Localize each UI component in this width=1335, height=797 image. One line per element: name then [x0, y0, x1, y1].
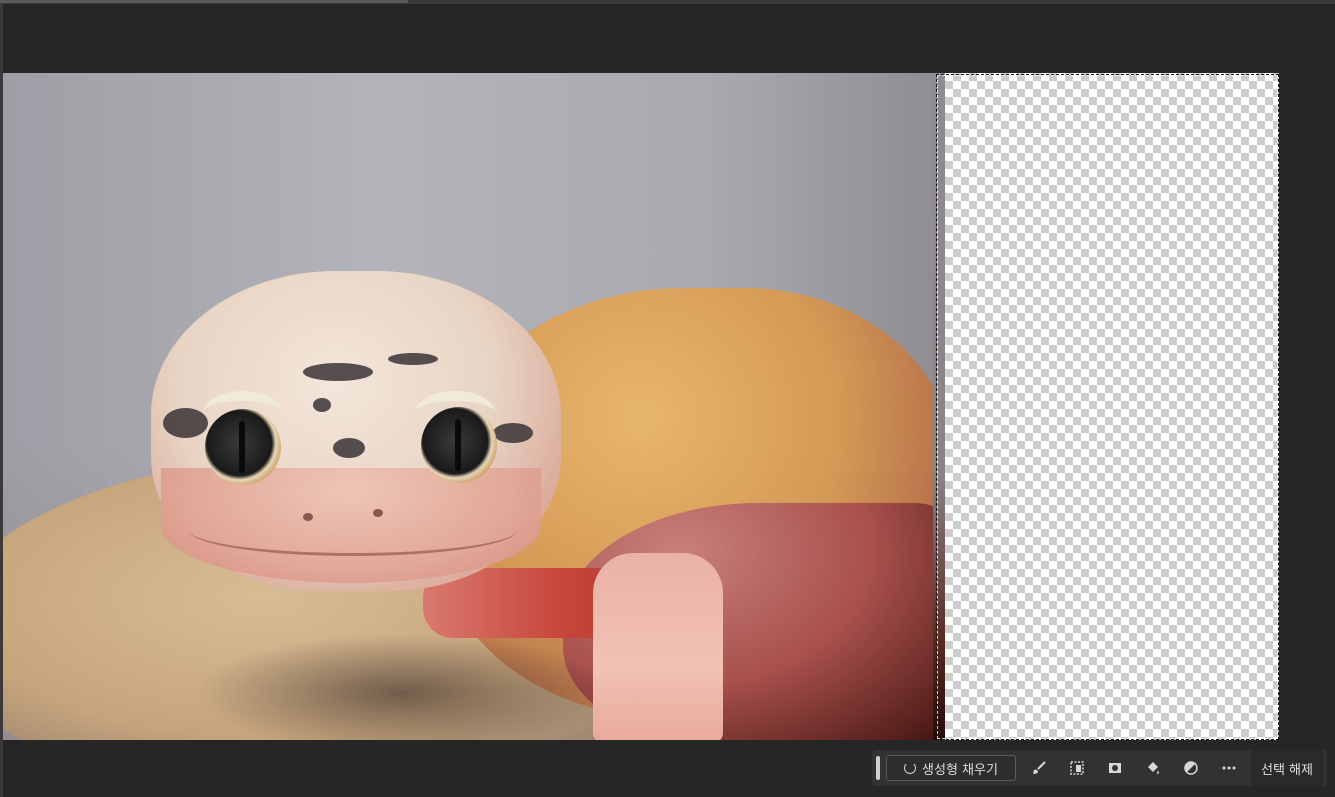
- transparent-area: [945, 73, 1279, 740]
- more-icon: [1222, 766, 1236, 770]
- contextual-task-bar: 생성형 채우기 선택 해제: [872, 750, 1327, 786]
- select-subject-button[interactable]: [1058, 750, 1096, 786]
- document-canvas[interactable]: [3, 73, 1279, 740]
- generative-fill-button[interactable]: 생성형 채우기: [886, 755, 1016, 781]
- mask-icon: [1109, 763, 1121, 773]
- taskbar-drag-handle[interactable]: [876, 756, 880, 780]
- adjustment-button[interactable]: [1172, 750, 1210, 786]
- adjustment-icon: [1184, 761, 1198, 775]
- generative-fill-icon: [904, 762, 917, 774]
- document-tab-bar: [0, 0, 1335, 4]
- fill-bucket-icon: [1148, 762, 1159, 774]
- mask-button[interactable]: [1096, 750, 1134, 786]
- brush-icon: [1033, 761, 1046, 774]
- deselect-button[interactable]: 선택 해제: [1261, 759, 1313, 778]
- gecko-photo: [3, 73, 953, 740]
- active-document-tab[interactable]: [0, 0, 408, 3]
- generative-fill-label: 생성형 채우기: [922, 762, 998, 778]
- select-subject-icon: [1070, 761, 1084, 775]
- more-options-button[interactable]: [1210, 750, 1248, 786]
- fill-bucket-button[interactable]: [1134, 750, 1172, 786]
- brush-tool-button[interactable]: [1020, 750, 1058, 786]
- deselect-container: 선택 해제: [1251, 750, 1323, 786]
